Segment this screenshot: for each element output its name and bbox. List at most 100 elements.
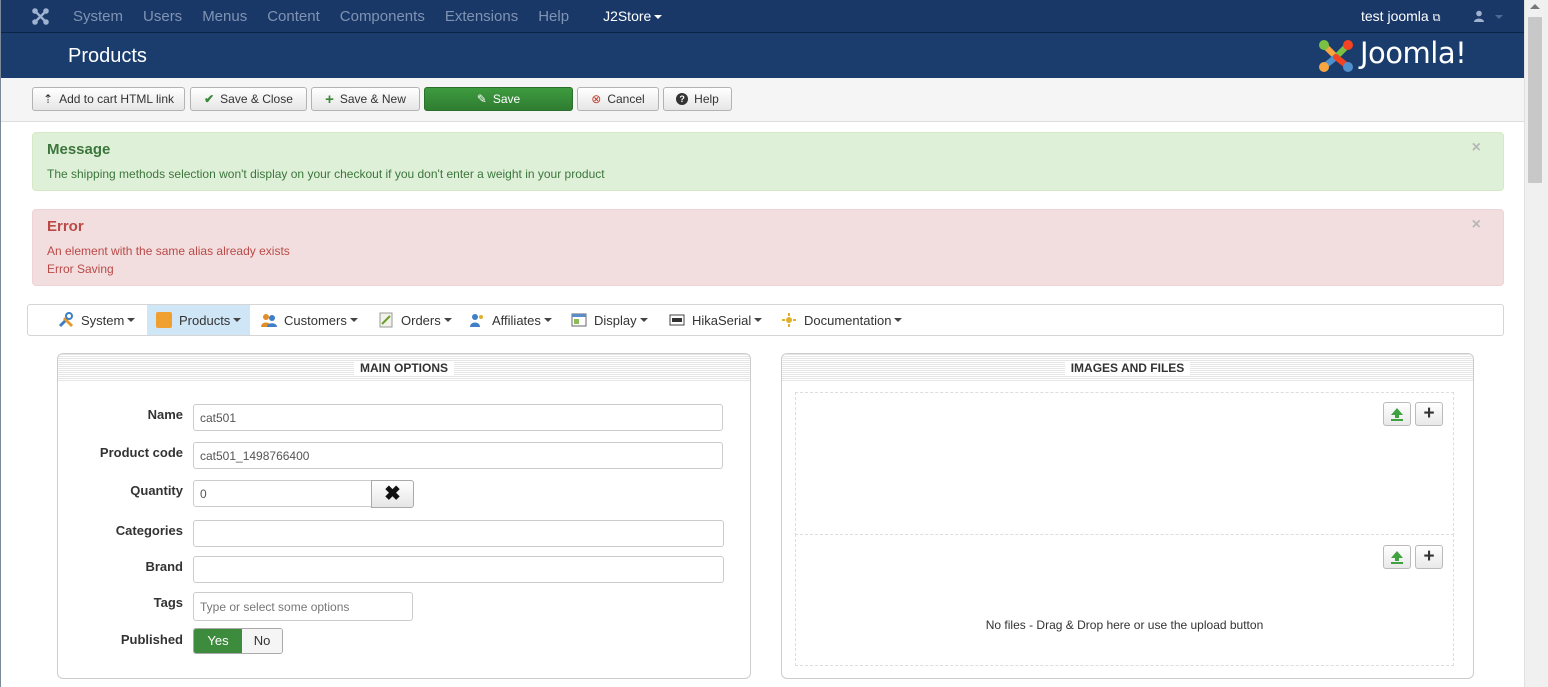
chevron-down-icon [233,318,242,322]
brand-label: Brand [145,559,183,574]
images-drop-zone[interactable] [795,392,1454,536]
message-text: The shipping methods selection won't dis… [47,167,605,181]
joomla-icon[interactable] [31,7,50,26]
user-menu-caret-icon[interactable] [1495,15,1503,19]
cmenu-display[interactable]: Display [571,305,648,335]
chevron-down-icon [127,318,136,322]
component-menu: System Products Customers Orders Affilia… [27,304,1504,336]
save-new-button[interactable]: + Save & New [311,87,420,111]
user-icon[interactable] [1473,10,1485,22]
cmenu-customers[interactable]: Customers [261,305,358,335]
scroll-up-icon[interactable] [1530,4,1540,9]
cmenu-system[interactable]: System [56,305,137,335]
save-label: Save [492,92,521,106]
quantity-input[interactable] [193,480,372,507]
error-alert: Error An element with the same alias alr… [32,209,1504,286]
product-code-input[interactable] [193,442,723,469]
main-options-panel: MAIN OPTIONS [57,353,751,679]
menu-users[interactable]: Users [133,0,192,33]
cancel-button[interactable]: ⊗ Cancel [577,87,659,111]
site-link[interactable]: test joomla ⧉ [1361,0,1440,35]
page-title: Products [68,45,147,67]
cmenu-documentation[interactable]: Documentation [781,305,903,335]
save-close-button[interactable]: ✔ Save & Close [190,87,307,111]
chevron-down-icon [754,318,763,322]
files-drop-zone[interactable] [795,534,1454,666]
save-button[interactable]: ✎ Save [424,87,573,111]
plus-icon: + [1423,403,1435,424]
save-close-label: Save & Close [220,92,293,106]
published-yes-button[interactable]: Yes [194,629,242,653]
main-options-heading: MAIN OPTIONS [58,354,750,382]
serial-icon [669,312,685,328]
tags-label: Tags [153,595,183,610]
orders-icon [378,312,394,328]
display-icon [571,312,587,328]
chevron-down-icon [443,318,452,322]
close-icon[interactable]: × [1472,139,1481,157]
menu-menus[interactable]: Menus [192,0,257,33]
error-heading: Error [47,218,84,235]
joomla-logo-icon [1316,37,1356,75]
cancel-circle-icon: ⊗ [591,92,602,106]
edit-icon: ✎ [476,92,487,106]
cmenu-orders-label: Orders [401,312,441,328]
chevron-down-icon [543,318,552,322]
chevron-down-icon [654,15,663,20]
customers-icon [261,312,277,328]
admin-top-nav: System Users Menus Content Components Ex… [1,0,1524,33]
add-file-button[interactable]: + [1415,545,1443,569]
upload-file-button[interactable] [1383,545,1411,569]
published-no-button[interactable]: No [242,629,282,653]
message-heading: Message [47,141,111,158]
menu-content[interactable]: Content [257,0,330,33]
upload-icon: ⇡ [43,92,54,106]
no-files-text: No files - Drag & Drop here or use the u… [985,618,1264,632]
cmenu-orders[interactable]: Orders [378,305,452,335]
quantity-unlimited-button[interactable]: ✖ [371,480,414,508]
tags-input[interactable] [193,592,413,621]
menu-system[interactable]: System [63,0,133,33]
add-to-cart-html-link-button[interactable]: ⇡ Add to cart HTML link [32,87,185,111]
upload-icon [1389,408,1405,425]
images-files-heading: IMAGES AND FILES [782,354,1473,382]
admin-menu: System Users Menus Content Components Ex… [63,0,672,33]
tools-icon [58,312,74,328]
cmenu-products[interactable]: Products [147,305,251,335]
cmenu-display-label: Display [594,312,637,328]
menu-extensions[interactable]: Extensions [435,0,528,33]
product-code-label: Product code [99,445,183,460]
chevron-down-icon [639,318,648,322]
joomla-logo-text: Joomla! [1360,36,1467,70]
close-icon[interactable]: × [1472,216,1481,234]
cmenu-affiliates-label: Affiliates [492,312,541,328]
x-icon: ✖ [384,483,401,505]
cancel-label: Cancel [607,92,645,106]
cmenu-hikaserial[interactable]: HikaSerial [669,305,763,335]
menu-j2store[interactable]: J2Store [593,0,672,33]
menu-components[interactable]: Components [330,0,435,33]
plus-icon: + [325,90,334,108]
menu-help[interactable]: Help [528,0,579,33]
page-header: Products [1,33,1524,78]
add-image-button[interactable]: + [1415,402,1443,426]
help-button[interactable]: ? Help [663,87,732,111]
brand-field[interactable] [193,556,724,583]
scrollbar-thumb[interactable] [1528,17,1542,183]
cmenu-system-label: System [81,312,125,328]
help-label: Help [694,92,719,106]
question-icon: ? [676,93,689,105]
categories-field[interactable] [193,520,724,547]
cmenu-products-label: Products [179,312,231,328]
chevron-down-icon [894,318,903,322]
documentation-icon [781,312,797,328]
upload-icon [1389,551,1405,568]
vertical-scrollbar[interactable] [1524,0,1548,687]
save-new-label: Save & New [339,92,406,106]
add-to-cart-label: Add to cart HTML link [59,92,174,106]
cmenu-affiliates[interactable]: Affiliates [469,305,552,335]
error-line-2: Error Saving [47,262,114,276]
name-label: Name [147,407,183,422]
name-input[interactable] [193,404,723,431]
upload-image-button[interactable] [1383,402,1411,426]
